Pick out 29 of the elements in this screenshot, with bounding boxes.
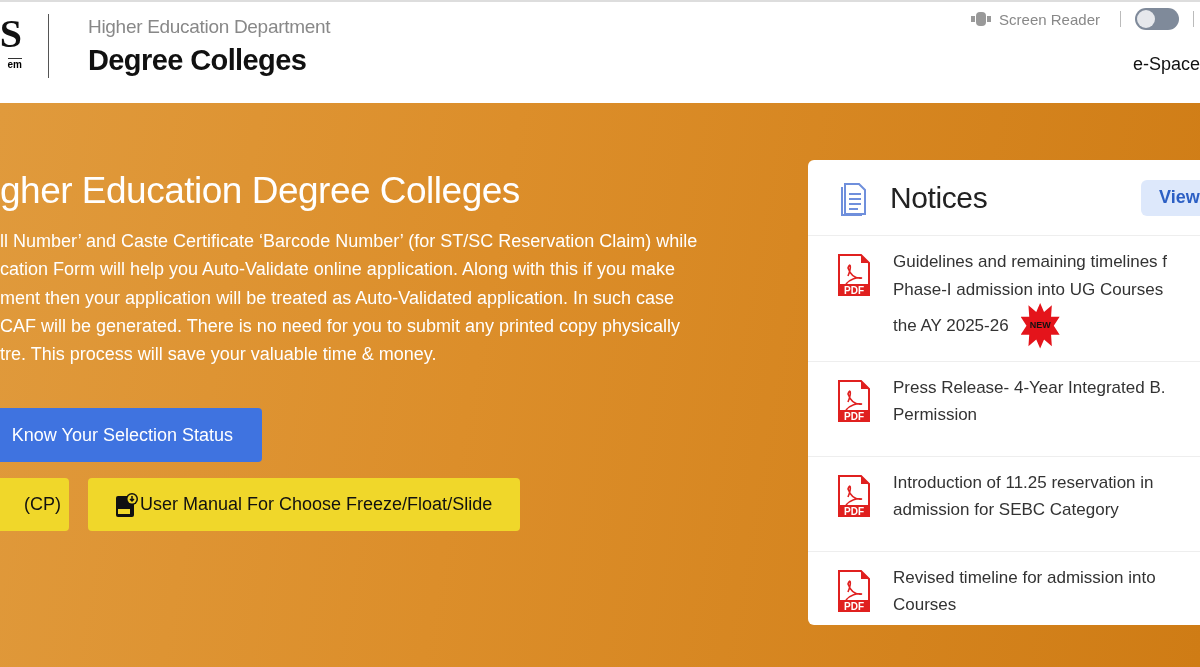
- pdf-icon: PDF: [838, 474, 870, 517]
- notice-link[interactable]: Press Release- 4-Year Integrated B. Permission: [893, 373, 1166, 429]
- hero-title: gher Education Degree Colleges: [0, 169, 521, 213]
- notices-title: Notices: [890, 180, 988, 215]
- selection-status-button[interactable]: Know Your Selection Status: [0, 408, 262, 463]
- pdf-icon: PDF: [838, 379, 870, 422]
- pdf-download-icon: [116, 493, 138, 517]
- notice-link[interactable]: Introduction of 11.25 reservation in admission for SEBC Category: [893, 468, 1154, 524]
- screen-reader-toggle[interactable]: [1135, 8, 1179, 30]
- pdf-icon: PDF: [838, 254, 870, 296]
- cp-button[interactable]: (CP): [0, 478, 69, 532]
- new-badge: NEW: [1020, 303, 1060, 349]
- pdf-icon: PDF: [838, 569, 870, 612]
- intro-text-line: ll Number’ and Caste Certificate ‘Barcode Number’ (for ST/SC Reservation Claim) while: [0, 230, 699, 253]
- intro-text-line: CAF will be generated. There is no need for you to submit any printed copy physically: [0, 314, 682, 338]
- view-button[interactable]: View: [1141, 179, 1200, 216]
- logo-caption: em: [7, 58, 22, 70]
- e-space-link[interactable]: e-Space: [1132, 54, 1200, 75]
- screen-reader-label: Screen Reader: [999, 10, 1100, 28]
- intro-text-line: ment then your application will be treated as Auto-Validated application. In such case: [0, 286, 676, 310]
- user-manual-button[interactable]: User Manual For Choose Freeze/Float/Slide: [88, 478, 521, 532]
- intro-text-line: tre. This process will save your valuable time & money.: [0, 343, 438, 367]
- notice-link[interactable]: Revised timeline for admission into Courses: [893, 563, 1156, 619]
- intro-text-line: cation Form will help you Auto-Validate online application. Along with this if you make: [0, 258, 677, 282]
- notice-link[interactable]: Guidelines and remaining timelines f Phase-I admission into UG Courses the AY 2025-26 NEW: [893, 248, 1168, 349]
- department-name: Higher Education Department: [88, 16, 331, 38]
- site-title: Degree Colleges: [88, 44, 308, 77]
- screen-reader-icon: [971, 11, 992, 27]
- logo-letter: S: [0, 14, 22, 54]
